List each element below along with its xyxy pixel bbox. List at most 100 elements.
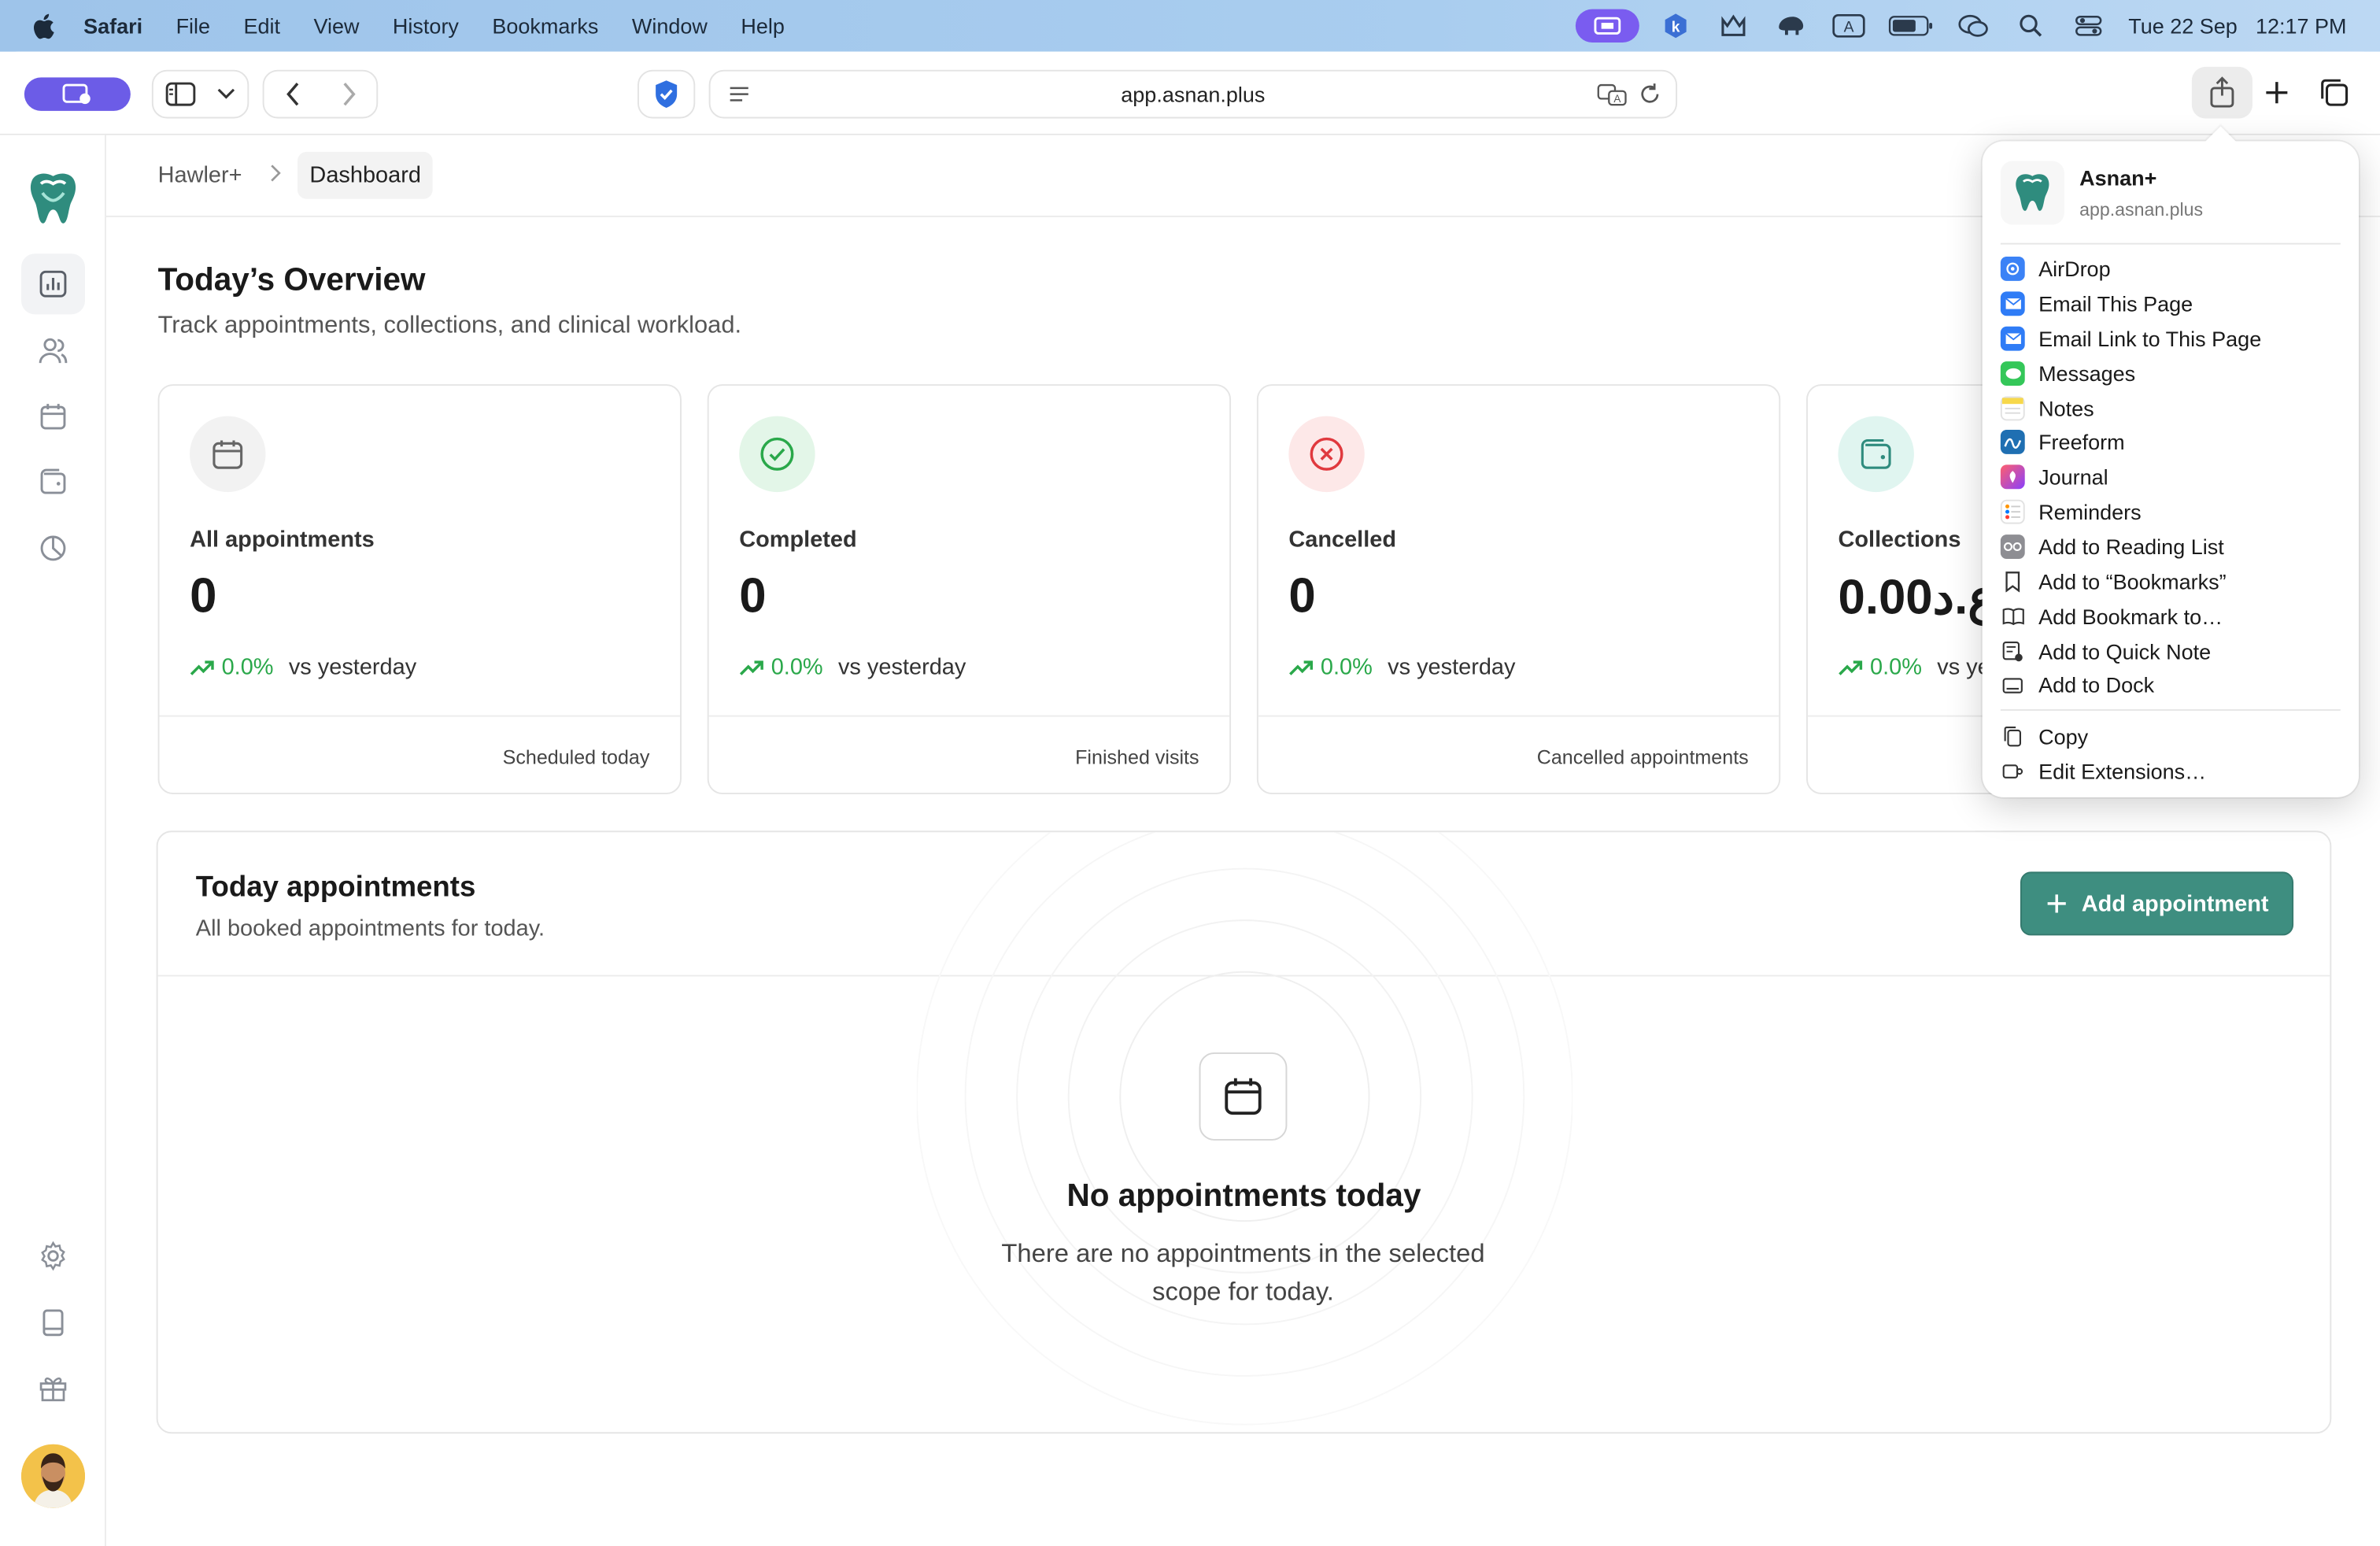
- trend-text: vs yesterday: [1388, 654, 1516, 681]
- address-bar[interactable]: app.asnan.plus A: [708, 69, 1678, 119]
- tab-overview-icon[interactable]: [2316, 75, 2352, 111]
- sidebar-item-dashboard[interactable]: [20, 253, 85, 315]
- apple-menu-icon[interactable]: [31, 12, 55, 39]
- share-item-label: Freeform: [2038, 429, 2125, 454]
- cloud-sync-icon[interactable]: [1716, 11, 1752, 42]
- menu-window[interactable]: Window: [632, 13, 708, 38]
- menu-history[interactable]: History: [393, 13, 459, 38]
- share-item-email-link[interactable]: Email Link to This Page: [2000, 322, 2341, 355]
- menu-file[interactable]: File: [176, 13, 211, 38]
- forward-icon[interactable]: [320, 72, 376, 117]
- airdrop-icon: [2000, 257, 2025, 281]
- reload-icon[interactable]: [1639, 82, 1661, 114]
- share-item-add-to-dock[interactable]: Add to Dock: [2001, 668, 2341, 701]
- menu-help[interactable]: Help: [741, 13, 785, 38]
- gear-icon: [41, 1241, 65, 1271]
- sidebar-toggle-icon[interactable]: [153, 72, 208, 117]
- trending-up-icon: [1289, 660, 1314, 675]
- breadcrumb-root[interactable]: Hawler+: [158, 162, 242, 188]
- share-item-label: Notes: [2038, 396, 2094, 421]
- mail-icon: [2000, 326, 2025, 351]
- calendar-icon: [190, 416, 266, 493]
- sidebar-item-appointments[interactable]: [21, 386, 85, 446]
- translate-icon[interactable]: A: [1597, 82, 1628, 114]
- profile-icon: [62, 83, 91, 105]
- tableplus-elephant-icon[interactable]: [1773, 11, 1809, 42]
- card-label: Cancelled: [1288, 527, 1397, 553]
- keyboard-input-icon[interactable]: A: [1831, 11, 1867, 42]
- share-item-journal[interactable]: Journal: [2000, 460, 2341, 494]
- stat-card-all-appointments: All appointments 0 0.0% vs yesterday Sch…: [157, 384, 682, 795]
- share-menu: Asnan+ app.asnan.plus AirDrop Email This…: [1982, 126, 2359, 797]
- share-item-label: Journal: [2038, 464, 2108, 490]
- menu-view[interactable]: View: [313, 13, 359, 38]
- divider: [2000, 242, 2341, 245]
- svg-text:A: A: [1844, 20, 1854, 36]
- control-center-icon[interactable]: [2071, 11, 2107, 42]
- share-item-label: Add to “Bookmarks”: [2038, 569, 2227, 594]
- share-item-add-bookmarks[interactable]: Add to “Bookmarks”: [2001, 565, 2341, 598]
- menu-edit[interactable]: Edit: [244, 13, 281, 38]
- check-circle-icon: [739, 416, 815, 493]
- share-app-url: app.asnan.plus: [2079, 198, 2204, 220]
- today-appointments-panel: Today appointments All booked appointmen…: [156, 830, 2332, 1434]
- sidebar-item-payments[interactable]: [21, 451, 85, 512]
- plus-icon: [2048, 894, 2067, 913]
- share-button[interactable]: [2191, 66, 2252, 119]
- add-appointment-button[interactable]: Add appointment: [2020, 871, 2294, 936]
- calendar-icon: [40, 404, 66, 430]
- pie-chart-icon: [40, 535, 66, 561]
- trend-percent: 0.0%: [1320, 654, 1373, 681]
- sidebar-item-patients[interactable]: [21, 320, 85, 381]
- users-icon: [39, 338, 68, 364]
- share-item-quick-note[interactable]: Add to Quick Note: [2001, 634, 2341, 668]
- divider: [2000, 708, 2341, 711]
- sidebar-item-reports[interactable]: [21, 518, 85, 579]
- share-item-bookmark-to[interactable]: Add Bookmark to…: [2001, 600, 2341, 633]
- battery-icon[interactable]: [1889, 11, 1935, 42]
- dock-icon: [2001, 673, 2025, 697]
- share-item-copy[interactable]: Copy: [2001, 719, 2341, 753]
- navigation-group: [262, 69, 379, 119]
- share-item-notes[interactable]: Notes: [2000, 392, 2341, 425]
- share-item-label: Edit Extensions…: [2038, 759, 2207, 784]
- share-item-email-page[interactable]: Email This Page: [2000, 287, 2341, 320]
- copy-icon: [2001, 724, 2025, 749]
- page-subtitle: Track appointments, collections, and cli…: [157, 313, 742, 339]
- chart-icon: [39, 270, 67, 298]
- app-menu-safari[interactable]: Safari: [83, 13, 142, 38]
- trend-percent: 0.0%: [771, 654, 823, 681]
- share-icon: [2210, 76, 2234, 108]
- sidebar-item-docs[interactable]: [21, 1293, 85, 1353]
- freeform-icon: [2000, 429, 2025, 454]
- trending-up-icon: [190, 660, 214, 675]
- trend-percent: 0.0%: [1869, 654, 1922, 681]
- user-avatar[interactable]: [20, 1444, 85, 1508]
- profile-button[interactable]: [24, 77, 131, 111]
- share-item-messages[interactable]: Messages: [2000, 357, 2341, 390]
- add-appointment-label: Add appointment: [2081, 890, 2269, 917]
- share-item-reminders[interactable]: Reminders: [2000, 495, 2341, 528]
- back-icon[interactable]: [264, 72, 320, 117]
- sidebar-item-gifts[interactable]: [21, 1358, 85, 1418]
- menubar-time[interactable]: 12:17 PM: [2256, 13, 2347, 38]
- k-app-icon[interactable]: k: [1658, 11, 1694, 42]
- chevron-down-icon[interactable]: [208, 72, 244, 117]
- share-item-freeform[interactable]: Freeform: [2000, 425, 2341, 458]
- privacy-shield-icon[interactable]: [637, 69, 696, 119]
- share-item-label: Add to Reading List: [2038, 534, 2224, 559]
- new-tab-icon[interactable]: [2259, 75, 2295, 111]
- share-item-label: Copy: [2038, 724, 2089, 749]
- menu-bookmarks[interactable]: Bookmarks: [492, 13, 598, 38]
- tooth-logo-icon[interactable]: [24, 168, 82, 229]
- card-label: Collections: [1838, 527, 1961, 553]
- card-trend: 0.0% vs yesterday: [1288, 654, 1516, 681]
- screen-share-icon[interactable]: [1576, 9, 1640, 43]
- wechat-icon[interactable]: [1955, 11, 1991, 42]
- spotlight-search-icon[interactable]: [2013, 11, 2049, 42]
- share-item-reading-list[interactable]: Add to Reading List: [2000, 530, 2341, 563]
- sidebar-item-settings[interactable]: [21, 1226, 85, 1286]
- share-item-airdrop[interactable]: AirDrop: [2000, 252, 2341, 285]
- share-item-edit-extensions[interactable]: Edit Extensions…: [2001, 755, 2341, 788]
- menubar-date[interactable]: Tue 22 Sep: [2128, 13, 2238, 38]
